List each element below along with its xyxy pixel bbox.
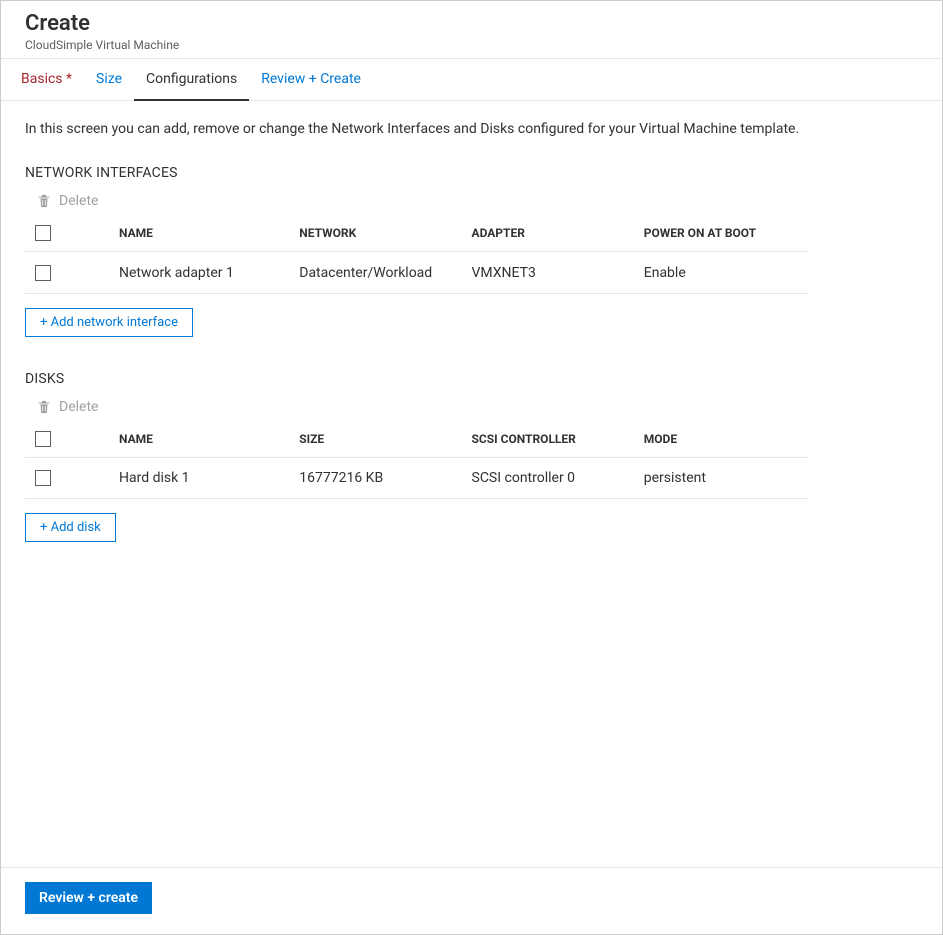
content-area: In this screen you can add, remove or ch… [1,101,942,867]
network-interfaces-table: NAME NETWORK ADAPTER POWER ON AT BOOT Ne… [25,215,808,293]
review-create-button[interactable]: Review + create [25,882,152,914]
disks-column-mode: MODE [636,421,808,458]
tab-basics-label: Basics [21,71,63,87]
network-delete-action: Delete [37,193,918,209]
page-header: Create CloudSimple Virtual Machine [1,1,942,59]
page-subtitle: CloudSimple Virtual Machine [25,38,918,52]
tab-size[interactable]: Size [84,59,134,101]
disks-row-controller: SCSI controller 0 [464,457,636,498]
network-column-adapter: ADAPTER [464,215,636,252]
tab-bar: Basics * Size Configurations Review + Cr… [1,59,942,101]
disks-row-checkbox[interactable] [35,470,51,486]
screen-description: In this screen you can add, remove or ch… [25,121,918,137]
add-network-interface-button[interactable]: + Add network interface [25,308,193,337]
network-row-adapter: VMXNET3 [464,252,636,293]
trash-icon [37,400,51,414]
disks-delete-label: Delete [59,399,98,415]
network-row-name: Network adapter 1 [119,252,291,293]
tab-review[interactable]: Review + Create [249,59,373,101]
network-delete-label: Delete [59,193,98,209]
tab-basics[interactable]: Basics * [9,59,84,101]
network-row-network: Datacenter/Workload [291,252,463,293]
network-row-power: Enable [636,252,808,293]
disks-title: DISKS [25,371,918,387]
page-title: Create [25,11,918,37]
network-column-network: NETWORK [291,215,463,252]
disks-row-size: 16777216 KB [291,457,463,498]
disks-table: NAME SIZE SCSI CONTROLLER MODE Hard disk… [25,421,808,499]
network-interfaces-section: NETWORK INTERFACES Delete NAME NETWORK A… [25,165,918,336]
network-select-all-checkbox[interactable] [35,225,51,241]
network-column-name: NAME [119,215,291,252]
tab-configurations[interactable]: Configurations [134,59,249,101]
disks-column-size: SIZE [291,421,463,458]
table-row[interactable]: Hard disk 1 16777216 KB SCSI controller … [25,457,808,498]
disks-row-name: Hard disk 1 [119,457,291,498]
disks-section: DISKS Delete NAME SIZE SCSI CONTROLLER M… [25,371,918,542]
disks-row-mode: persistent [636,457,808,498]
add-disk-button[interactable]: + Add disk [25,513,116,542]
required-indicator: * [66,71,72,87]
disks-delete-action: Delete [37,399,918,415]
trash-icon [37,194,51,208]
network-interfaces-title: NETWORK INTERFACES [25,165,918,181]
disks-select-all-checkbox[interactable] [35,431,51,447]
network-row-checkbox[interactable] [35,265,51,281]
footer-bar: Review + create [1,867,942,934]
network-column-power: POWER ON AT BOOT [636,215,808,252]
table-row[interactable]: Network adapter 1 Datacenter/Workload VM… [25,252,808,293]
disks-column-name: NAME [119,421,291,458]
disks-column-controller: SCSI CONTROLLER [464,421,636,458]
